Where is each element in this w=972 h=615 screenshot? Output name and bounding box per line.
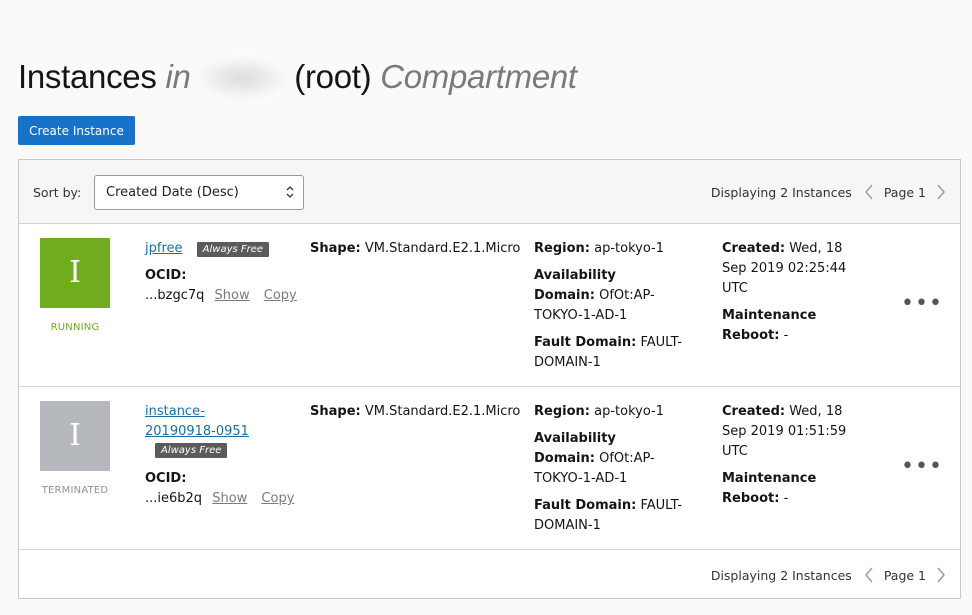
created-value: Wed, 18 [789,241,843,256]
fault-domain-value: FAULT- [640,335,683,350]
maintenance-reboot-value: - [783,328,789,343]
create-instance-button[interactable]: Create Instance [18,116,135,145]
copy-ocid-link[interactable]: Copy [261,491,294,506]
state-badge: RUNNING [50,322,100,333]
shape-label: Shape: [310,241,361,256]
shape-label: Shape: [310,404,361,419]
sort-select[interactable]: Created Date (Desc) [94,175,304,210]
region-value: ap-tokyo-1 [594,241,664,256]
show-ocid-link[interactable]: Show [212,491,247,506]
page-title: Instances in (root) Compartment [18,58,577,97]
sort-value: Created Date (Desc) [106,185,239,200]
maintenance-reboot-value: - [783,491,789,506]
maintenance-label: Maintenance [722,308,817,323]
instances-panel: Sort by: Created Date (Desc) Displaying … [18,159,961,599]
instance-icon: I [40,401,110,471]
chevron-right-icon[interactable] [934,183,948,201]
created-label: Created: [722,404,786,419]
instance-row: I TERMINATED instance- 20190918-0951 Alw… [19,387,960,550]
availability-domain-value: OfOt:AP- [599,451,655,466]
availability-domain-value-cont: TOKYO-1-AD-1 [534,308,628,323]
bottom-pager: Displaying 2 Instances Page 1 [711,566,948,584]
shape-value: VM.Standard.E2.1.Micro [364,404,521,419]
region-label: Region: [534,241,590,256]
fault-domain-value-cont: DOMAIN-1 [534,355,601,370]
availability-domain-value: OfOt:AP- [599,288,655,303]
show-ocid-link[interactable]: Show [215,288,250,303]
title-compartment: Compartment [380,58,577,95]
availability-domain-label: Availability [534,431,616,446]
list-toolbar: Sort by: Created Date (Desc) Displaying … [19,160,960,224]
list-footer: Displaying 2 Instances Page 1 [19,550,960,600]
instance-icon: I [40,238,110,308]
instance-name-link-cont[interactable]: 20190918-0951 [145,424,249,439]
reboot-label: Reboot: [722,328,780,343]
ocid-value: ...bzgc7q [145,288,205,303]
instance-count: Displaying 2 Instances [710,567,852,583]
created-value: Wed, 18 [789,404,843,419]
page-number: Page 1 [883,184,926,200]
domain-label: Domain: [534,288,595,303]
always-free-badge: Always Free [155,443,228,458]
ocid-label: OCID: [145,471,187,486]
instance-row: I RUNNING jpfree Always Free OCID: ...bz… [19,224,960,387]
chevron-left-icon[interactable] [862,566,876,584]
copy-ocid-link[interactable]: Copy [264,288,297,303]
availability-domain-value-cont: TOKYO-1-AD-1 [534,471,628,486]
availability-domain-label: Availability [534,268,616,283]
created-value-tz: UTC [722,281,748,296]
title-root: (root) [294,58,372,95]
created-value-tz: UTC [722,444,748,459]
fault-domain-label: Fault Domain: [534,335,637,350]
top-pager: Displaying 2 Instances Page 1 [711,183,948,201]
shape-value: VM.Standard.E2.1.Micro [364,241,521,256]
title-in: in [165,58,191,95]
actions-menu-icon[interactable]: ••• [901,293,943,315]
created-label: Created: [722,241,786,256]
domain-label: Domain: [534,451,595,466]
instance-count: Displaying 2 Instances [710,184,852,200]
chevron-right-icon[interactable] [934,566,948,584]
title-main: Instances [18,58,157,95]
sort-label: Sort by: [33,185,82,200]
region-value: ap-tokyo-1 [594,404,664,419]
sort-arrows-icon [286,186,294,198]
redacted-tenancy-name [201,59,284,97]
chevron-left-icon[interactable] [862,183,876,201]
reboot-label: Reboot: [722,491,780,506]
fault-domain-value-cont: DOMAIN-1 [534,518,601,533]
created-value-date: Sep 2019 01:51:59 [722,424,847,439]
actions-menu-icon[interactable]: ••• [901,456,943,478]
created-value-date: Sep 2019 02:25:44 [722,261,847,276]
instance-name-link[interactable]: jpfree [145,241,183,256]
region-label: Region: [534,404,590,419]
fault-domain-value: FAULT- [640,498,683,513]
instance-name-link[interactable]: instance- [145,404,205,419]
ocid-value: ...ie6b2q [145,491,203,506]
page-number: Page 1 [883,567,926,583]
ocid-label: OCID: [145,268,187,283]
state-badge: TERMINATED [41,485,109,496]
maintenance-label: Maintenance [722,471,817,486]
always-free-badge: Always Free [196,242,270,257]
fault-domain-label: Fault Domain: [534,498,637,513]
